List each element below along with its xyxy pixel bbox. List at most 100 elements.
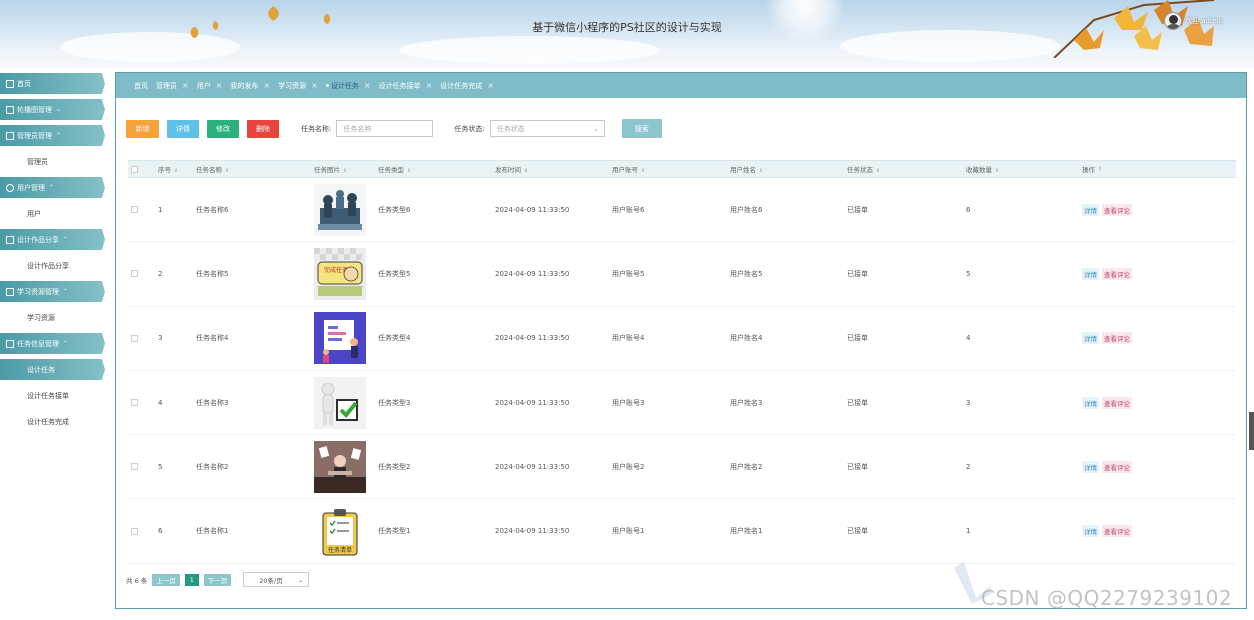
table-row[interactable]: 2 任务名称5 完成任务 任务类型5 2024-04-09 11:33:50 用…: [128, 242, 1236, 307]
col-account[interactable]: 用户账号 ⇕: [612, 164, 730, 174]
row-detail-button[interactable]: 详情: [1082, 396, 1099, 409]
tab-user[interactable]: 用户 ×: [197, 81, 223, 91]
tab-label: 设计任务: [330, 81, 359, 90]
table-row[interactable]: 5 任务名称2 任务类型2 2024-04-09 11:33:50 用户账号2 …: [128, 435, 1236, 500]
prev-page-button[interactable]: 上一页: [152, 573, 180, 586]
sidebar-sub-design-share[interactable]: 设计作品分享: [0, 255, 108, 276]
sidebar-item-design-share[interactable]: 设计作品分享 ⌃: [0, 229, 105, 250]
sidebar-sub-user[interactable]: 用户: [0, 203, 108, 224]
current-page-button[interactable]: 1: [184, 573, 199, 586]
sidebar-sub-task-accept[interactable]: 设计任务接单: [0, 385, 108, 406]
sort-icon: ⇕: [524, 168, 529, 174]
close-icon[interactable]: ×: [311, 81, 318, 90]
row-detail-button[interactable]: 详情: [1082, 267, 1099, 280]
col-username[interactable]: 用户姓名 ⇕: [730, 164, 847, 174]
sidebar: 首页 轮播图管理 ⌄ 管理员管理 ⌃ 管理员 用户管理 ⌃ 用户 设计作品分享 …: [0, 72, 108, 437]
cell-no: 6: [158, 527, 163, 536]
col-no[interactable]: 序号 ⇕: [158, 164, 196, 174]
close-icon[interactable]: ×: [426, 81, 433, 90]
close-icon[interactable]: ×: [263, 81, 270, 90]
row-checkbox[interactable]: [131, 270, 138, 278]
sidebar-item-label: 学习资源管理: [17, 287, 59, 296]
page-size-select[interactable]: 20条/页 ⌄: [243, 572, 310, 587]
tab-task-accept[interactable]: 设计任务接单 ×: [379, 81, 433, 91]
sidebar-item-resource-manage[interactable]: 学习资源管理 ⌃: [0, 281, 105, 302]
search-button[interactable]: 搜索: [621, 119, 662, 138]
tab-label: 我的发布: [230, 81, 259, 90]
row-checkbox[interactable]: [131, 206, 138, 214]
cell-status: 已接单: [847, 398, 868, 407]
col-time[interactable]: 发布时间 ⇕: [495, 164, 612, 174]
close-icon[interactable]: ×: [216, 81, 223, 90]
col-type[interactable]: 任务类型 ⇕: [378, 164, 495, 174]
sort-icon: ⇕: [876, 168, 881, 174]
row-checkbox[interactable]: [131, 399, 138, 407]
tab-label: 首页: [134, 81, 148, 90]
table-row[interactable]: 1 任务名称6 任务类型6 2024-04-09 11:33:50 用户账号6 …: [128, 178, 1236, 243]
sidebar-sub-design-task[interactable]: 设计任务: [0, 359, 105, 380]
row-comment-button[interactable]: 查看评论: [1102, 267, 1132, 280]
close-icon[interactable]: ×: [182, 81, 189, 90]
tab-home[interactable]: 首页: [134, 81, 148, 91]
col-ops[interactable]: 操作 ⇕: [1082, 164, 1222, 174]
row-comment-button[interactable]: 查看评论: [1102, 396, 1132, 409]
user-menu[interactable]: 欢迎 admin: [1164, 12, 1223, 30]
row-comment-button[interactable]: 查看评论: [1102, 460, 1132, 473]
col-image[interactable]: 任务图片 ⇕: [314, 164, 378, 174]
sidebar-sub-admin[interactable]: 管理员: [0, 151, 108, 172]
cell-no: 1: [158, 205, 163, 214]
table-row[interactable]: 6 任务名称1 任务清单 任务类型1 2024-04-09 11:33:50 用…: [128, 499, 1236, 564]
tab-my-posts[interactable]: 我的发布 ×: [230, 81, 270, 91]
tab-design-task[interactable]: 设计任务 ×: [326, 81, 371, 91]
sort-icon: ⇕: [343, 168, 348, 174]
row-checkbox[interactable]: [131, 463, 138, 471]
tab-task-complete[interactable]: 设计任务完成 ×: [440, 81, 494, 91]
row-detail-button[interactable]: 详情: [1082, 203, 1099, 216]
row-checkbox[interactable]: [131, 527, 138, 535]
row-comment-button[interactable]: 查看评论: [1102, 332, 1132, 345]
sidebar-sub-resource[interactable]: 学习资源: [0, 307, 108, 328]
table-row[interactable]: 4 任务名称3 任务类型3 2024-04-09 11:33:50 用户账号3 …: [128, 371, 1236, 436]
row-detail-button[interactable]: 详情: [1082, 525, 1099, 538]
cell-status: 已接单: [847, 269, 868, 278]
page-size-value: 20条/页: [259, 576, 283, 585]
close-icon[interactable]: ×: [487, 81, 494, 90]
book-icon: [6, 287, 14, 296]
row-comment-button[interactable]: 查看评论: [1102, 525, 1132, 538]
row-detail-button[interactable]: 详情: [1082, 332, 1099, 345]
cell-status: 已接单: [847, 205, 868, 214]
sidebar-item-user-manage[interactable]: 用户管理 ⌃: [0, 177, 105, 198]
sidebar-item-home[interactable]: 首页: [0, 73, 105, 94]
task-table: 序号 ⇕ 任务名称 ⇕ 任务图片 ⇕ 任务类型 ⇕ 发布时间 ⇕ 用户账号 ⇕ 用户姓名 ⇕ …: [128, 160, 1236, 564]
chevron-up-icon: ⌃: [56, 132, 62, 139]
select-all-checkbox[interactable]: [131, 165, 138, 173]
col-label: 操作: [1082, 166, 1095, 174]
sidebar-item-carousel[interactable]: 轮播图管理 ⌄: [0, 99, 105, 120]
col-count[interactable]: 收藏数量 ⇕: [966, 164, 1082, 174]
sidebar-item-task-manage[interactable]: 任务信息管理 ⌃: [0, 333, 105, 354]
task-status-select[interactable]: 任务状态 ⌄: [489, 120, 605, 137]
cell-time: 2024-04-09 11:33:50: [495, 527, 570, 536]
row-detail-button[interactable]: 详情: [1082, 460, 1099, 473]
header-banner: 基于微信小程序的PS社区的设计与实现 欢迎 admin: [0, 0, 1254, 68]
table-row[interactable]: 3 任务名称4 任务类型4 2024-04-09 11:33:50 用户账号4 …: [128, 307, 1236, 371]
row-comment-button[interactable]: 查看评论: [1102, 203, 1132, 216]
col-label: 用户账号: [612, 166, 638, 174]
task-name-input[interactable]: 任务名称: [336, 120, 434, 137]
edit-button[interactable]: 修改: [207, 119, 239, 138]
sidebar-item-admin-manage[interactable]: 管理员管理 ⌃: [0, 125, 105, 146]
row-checkbox[interactable]: [131, 334, 138, 342]
sidebar-sub-task-complete[interactable]: 设计任务完成: [0, 411, 108, 432]
close-icon[interactable]: ×: [364, 81, 371, 90]
detail-button[interactable]: 详情: [167, 119, 199, 138]
col-status[interactable]: 任务状态 ⇕: [847, 164, 966, 174]
scrollbar-edge[interactable]: [1249, 412, 1254, 450]
tab-admin[interactable]: 管理员 ×: [156, 81, 189, 91]
tab-resources[interactable]: 学习资源 ×: [278, 81, 318, 91]
col-name[interactable]: 任务名称 ⇕: [196, 164, 314, 174]
cell-type: 任务类型3: [378, 398, 411, 407]
sort-icon: ⇕: [759, 168, 764, 174]
next-page-button[interactable]: 下一页: [203, 573, 232, 586]
add-button[interactable]: 新增: [126, 119, 159, 138]
delete-button[interactable]: 删除: [247, 119, 279, 138]
